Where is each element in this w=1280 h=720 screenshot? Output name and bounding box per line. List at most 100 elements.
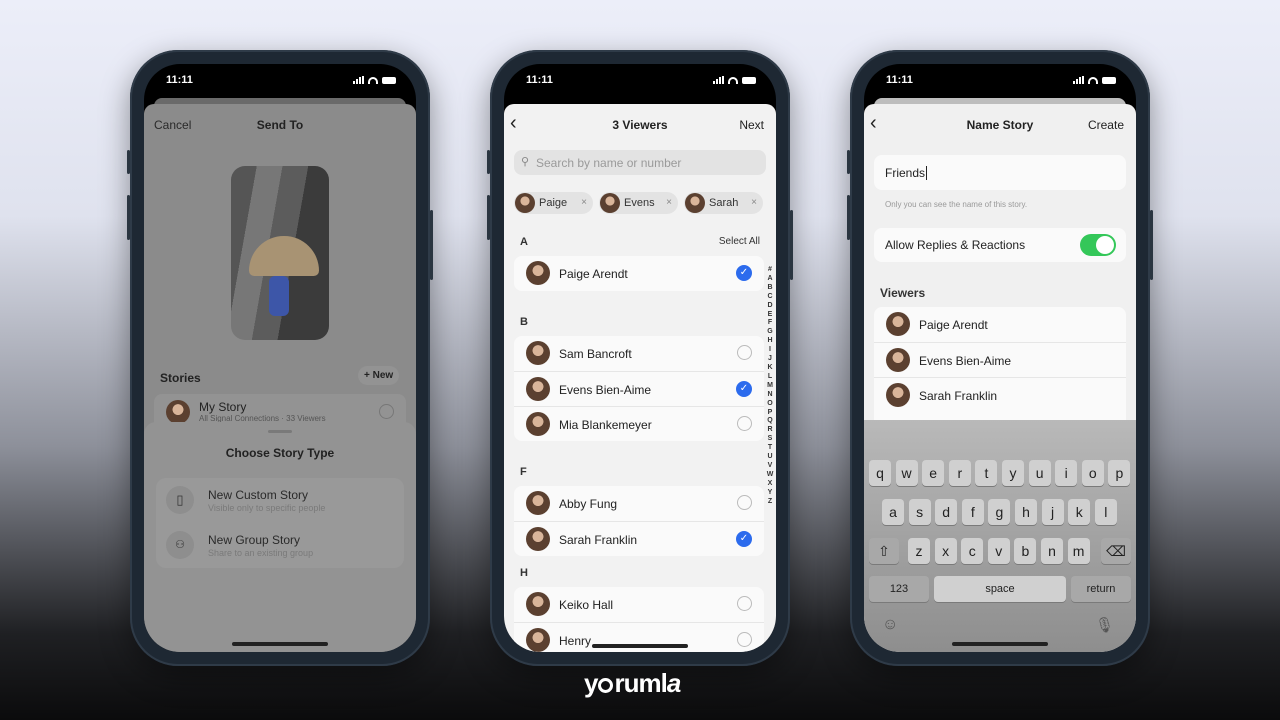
key-u[interactable]: u	[1028, 460, 1051, 486]
unchecked-radio[interactable]	[737, 596, 752, 611]
viewers-view: ‹ 3 Viewers Next ⚲ Search by name or num…	[504, 104, 776, 652]
key-f[interactable]: f	[961, 499, 984, 525]
index-letter[interactable]: G	[766, 328, 774, 337]
index-letter[interactable]: S	[766, 435, 774, 444]
key-b[interactable]: b	[1014, 538, 1037, 564]
index-letter[interactable]: F	[766, 319, 774, 328]
contact-row[interactable]: Paige Arendt ✓	[514, 256, 764, 291]
key-d[interactable]: d	[935, 499, 958, 525]
select-radio[interactable]	[379, 404, 394, 419]
key-p[interactable]: p	[1108, 460, 1131, 486]
key-v[interactable]: v	[987, 538, 1010, 564]
checked-icon[interactable]: ✓	[736, 531, 752, 547]
key-x[interactable]: x	[934, 538, 957, 564]
remove-chip-icon[interactable]: ×	[581, 197, 587, 208]
contact-row[interactable]: Keiko Hall	[514, 587, 764, 622]
index-letter[interactable]: W	[766, 471, 774, 480]
index-letter[interactable]: X	[766, 480, 774, 489]
index-letter[interactable]: A	[766, 275, 774, 284]
status-time: 11:11	[526, 74, 553, 86]
contact-row[interactable]: Sam Bancroft	[514, 336, 764, 371]
index-letter[interactable]: V	[766, 462, 774, 471]
index-letter[interactable]: Q	[766, 417, 774, 426]
unchecked-radio[interactable]	[737, 495, 752, 510]
emoji-icon[interactable]: ☺	[882, 616, 898, 634]
create-button[interactable]: Create	[1088, 118, 1124, 132]
next-button[interactable]: Next	[739, 118, 764, 132]
index-letter[interactable]: R	[766, 426, 774, 435]
allow-replies-row: Allow Replies & Reactions	[874, 228, 1126, 262]
index-letter[interactable]: K	[766, 364, 774, 373]
numbers-key[interactable]: 123	[869, 576, 929, 602]
selected-viewer-chip[interactable]: Sarah ×	[684, 192, 763, 214]
search-input[interactable]: ⚲ Search by name or number	[514, 150, 766, 175]
key-h[interactable]: h	[1015, 499, 1037, 525]
allow-replies-toggle[interactable]	[1080, 234, 1116, 256]
index-letter[interactable]: O	[766, 400, 774, 409]
selected-viewer-chip[interactable]: Evens ×	[599, 192, 678, 214]
index-letter[interactable]: E	[766, 311, 774, 320]
unchecked-radio[interactable]	[737, 416, 752, 431]
index-letter[interactable]: M	[766, 382, 774, 391]
selected-viewer-chip[interactable]: Paige ×	[514, 192, 593, 214]
index-letter[interactable]: I	[766, 346, 774, 355]
key-z[interactable]: z	[908, 538, 930, 564]
index-letter[interactable]: T	[766, 444, 774, 453]
contact-row[interactable]: Evens Bien-Aime ✓	[514, 371, 764, 406]
shift-key[interactable]: ⇧	[869, 538, 899, 564]
new-group-story-option[interactable]: ⚇ New Group Story Share to an existing g…	[156, 523, 404, 568]
return-key[interactable]: return	[1071, 576, 1131, 602]
contact-section: Abby Fung Sarah Franklin ✓	[514, 486, 764, 556]
key-c[interactable]: c	[961, 538, 984, 564]
key-q[interactable]: q	[869, 460, 891, 486]
sheet-grabber[interactable]	[268, 430, 292, 433]
index-letter[interactable]: #	[766, 266, 774, 275]
unchecked-radio[interactable]	[737, 345, 752, 360]
key-k[interactable]: k	[1068, 499, 1091, 525]
backspace-key[interactable]: ⌫	[1101, 538, 1131, 564]
index-letter[interactable]: Y	[766, 489, 774, 498]
contact-row[interactable]: Mia Blankemeyer	[514, 406, 764, 441]
index-letter[interactable]: H	[766, 337, 774, 346]
contact-row[interactable]: Sarah Franklin ✓	[514, 521, 764, 556]
key-g[interactable]: g	[988, 499, 1011, 525]
alphabet-index-scrubber[interactable]: # A B C D E F G H I J K L M N O P Q R S T U V W X Y Z	[766, 266, 774, 506]
new-custom-story-option[interactable]: ▯ New Custom Story Visible only to speci…	[156, 478, 404, 523]
key-w[interactable]: w	[895, 460, 918, 486]
index-letter[interactable]: C	[766, 293, 774, 302]
my-story-name: My Story	[199, 400, 247, 414]
key-s[interactable]: s	[908, 499, 931, 525]
key-t[interactable]: t	[975, 460, 998, 486]
index-letter[interactable]: N	[766, 391, 774, 400]
status-time: 11:11	[166, 74, 193, 86]
index-letter[interactable]: U	[766, 453, 774, 462]
microphone-icon[interactable]: 🎙︎	[1095, 616, 1114, 634]
key-r[interactable]: r	[948, 460, 971, 486]
index-letter[interactable]: P	[766, 409, 774, 418]
key-i[interactable]: i	[1055, 460, 1078, 486]
story-name-input[interactable]: Friends	[874, 155, 1126, 190]
index-letter[interactable]: D	[766, 302, 774, 311]
key-e[interactable]: e	[922, 460, 945, 486]
unchecked-radio[interactable]	[737, 632, 752, 647]
key-m[interactable]: m	[1067, 538, 1090, 564]
index-letter[interactable]: Z	[766, 498, 774, 507]
contact-row[interactable]: Abby Fung	[514, 486, 764, 521]
select-all-button[interactable]: Select All	[719, 236, 760, 247]
remove-chip-icon[interactable]: ×	[751, 197, 757, 208]
checked-icon[interactable]: ✓	[736, 265, 752, 281]
index-letter[interactable]: B	[766, 284, 774, 293]
key-o[interactable]: o	[1081, 460, 1104, 486]
space-key[interactable]: space	[934, 576, 1066, 602]
story-preview-image	[231, 166, 329, 340]
key-j[interactable]: j	[1041, 499, 1064, 525]
key-y[interactable]: y	[1002, 460, 1024, 486]
new-story-button[interactable]: + New	[358, 366, 400, 385]
index-letter[interactable]: J	[766, 355, 774, 364]
key-n[interactable]: n	[1041, 538, 1063, 564]
key-l[interactable]: l	[1094, 499, 1117, 525]
index-letter[interactable]: L	[766, 373, 774, 382]
key-a[interactable]: a	[882, 499, 904, 525]
remove-chip-icon[interactable]: ×	[666, 197, 672, 208]
checked-icon[interactable]: ✓	[736, 381, 752, 397]
